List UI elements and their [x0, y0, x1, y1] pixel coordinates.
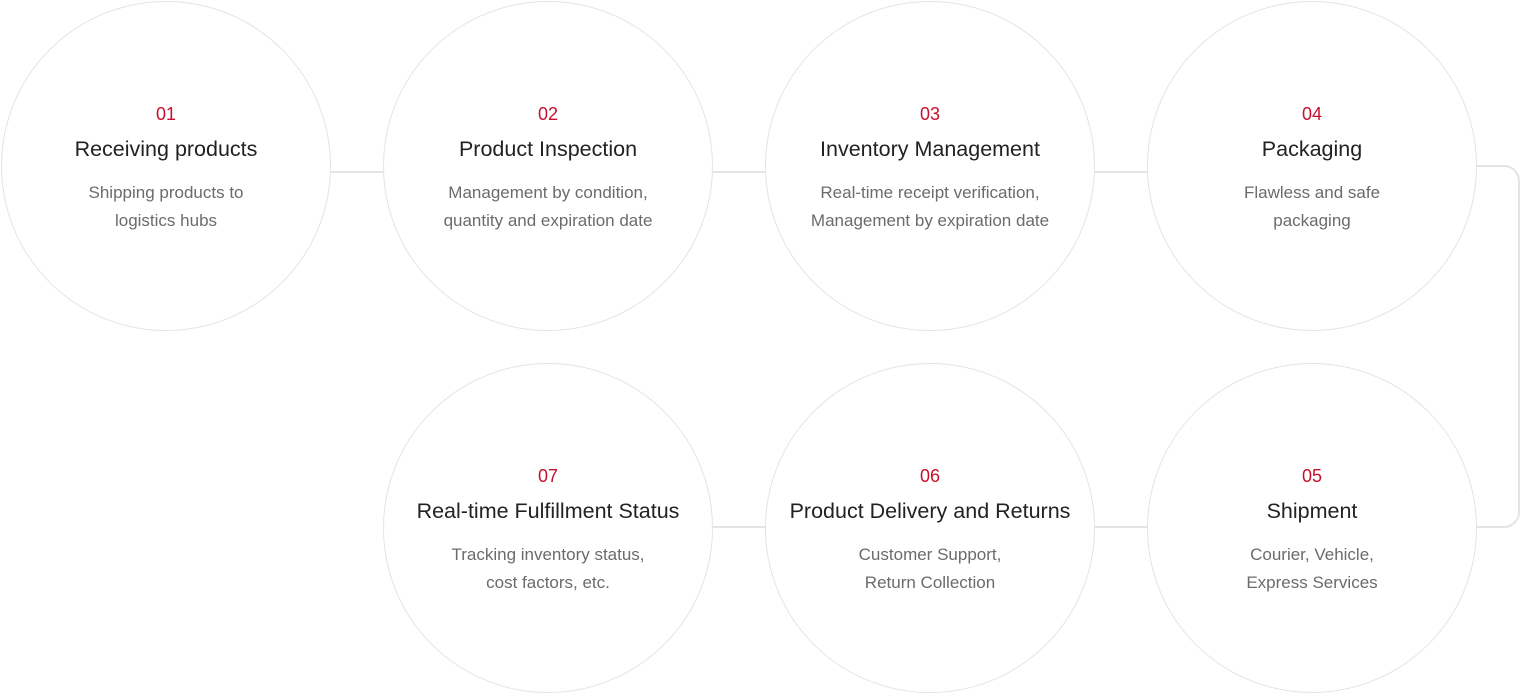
step-description-line: packaging: [1273, 211, 1351, 230]
step-number: 01: [155, 104, 177, 124]
step-number: 07: [537, 466, 559, 486]
step-description-line: Shipping products to: [88, 183, 244, 202]
step-description-line: Express Services: [1246, 573, 1378, 592]
step-title: Product Inspection: [458, 137, 638, 161]
step-description-line: logistics hubs: [114, 211, 218, 230]
step-description-line: cost factors, etc.: [486, 573, 610, 592]
step-description: Real-time receipt verification, Manageme…: [776, 179, 1084, 235]
step-title: Real-time Fulfillment Status: [416, 499, 680, 523]
step-description: Courier, Vehicle, Express Services: [1158, 541, 1466, 597]
step-title: Receiving products: [74, 137, 258, 161]
step-shipment: 05 Shipment Courier, Vehicle, Express Se…: [1147, 363, 1477, 693]
step-description: Shipping products to logistics hubs: [12, 179, 320, 235]
step-description-line: quantity and expiration date: [443, 211, 653, 230]
step-fulfillment-status: 07 Real-time Fulfillment Status Tracking…: [383, 363, 713, 693]
step-number: 03: [919, 104, 941, 124]
step-inventory-management: 03 Inventory Management Real-time receip…: [765, 1, 1095, 331]
step-description: Tracking inventory status, cost factors,…: [394, 541, 702, 597]
step-number: 02: [537, 104, 559, 124]
connector-04-05: [1477, 165, 1520, 528]
step-product-inspection: 02 Product Inspection Management by cond…: [383, 1, 713, 331]
step-title: Packaging: [1261, 137, 1363, 161]
step-description-line: Management by expiration date: [810, 211, 1050, 230]
step-description-line: Return Collection: [864, 573, 996, 592]
step-description-line: Courier, Vehicle,: [1250, 545, 1374, 564]
step-description: Customer Support, Return Collection: [776, 541, 1084, 597]
step-title: Inventory Management: [820, 137, 1040, 161]
step-number: 04: [1301, 104, 1323, 124]
step-title: Shipment: [1266, 499, 1358, 523]
step-description-line: Flawless and safe: [1243, 183, 1381, 202]
step-description: Flawless and safe packaging: [1158, 179, 1466, 235]
step-packaging: 04 Packaging Flawless and safe packaging: [1147, 1, 1477, 331]
step-receiving-products: 01 Receiving products Shipping products …: [1, 1, 331, 331]
step-title: Product Delivery and Returns: [789, 499, 1071, 523]
step-number: 05: [1301, 466, 1323, 486]
step-description-line: Management by condition,: [448, 183, 648, 202]
step-description-line: Customer Support,: [858, 545, 1002, 564]
step-number: 06: [919, 466, 941, 486]
step-description-line: Tracking inventory status,: [451, 545, 645, 564]
step-product-delivery-returns: 06 Product Delivery and Returns Customer…: [765, 363, 1095, 693]
step-description: Management by condition, quantity and ex…: [394, 179, 702, 235]
step-description-line: Real-time receipt verification,: [820, 183, 1040, 202]
